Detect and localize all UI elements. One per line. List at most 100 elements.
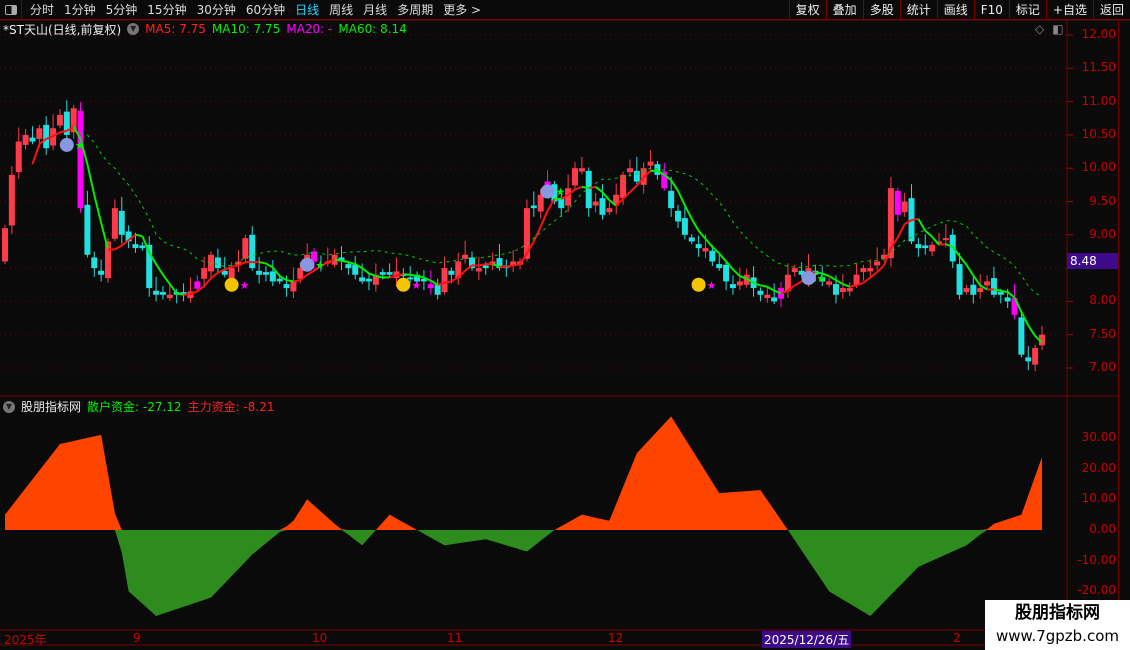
ma-line-segment [835,279,844,285]
ma-line-segment [931,236,940,246]
chart-canvas[interactable]: ★ ★ ★ ★ ★ ★ ★ [0,0,1130,650]
smile-face-icon [691,277,706,292]
star-icon: ★ [817,272,827,285]
ma-line-segment [828,275,837,281]
ma-line-segment [760,284,768,288]
ma-line-segment [231,264,239,268]
price-tick: 10.50 [1081,126,1116,141]
candle-body [359,277,366,282]
candle-body [620,174,627,199]
ma-line-segment [141,235,151,253]
ma-line-segment [1027,324,1036,337]
time-tick: 9 [133,631,141,645]
ma-line-segment [135,233,143,238]
ma-line-segment [416,275,425,279]
candle-body [922,245,929,249]
ma-line-segment [732,268,741,277]
candle-body [826,281,833,285]
ma-line-segment [539,210,549,228]
ma-line-segment [958,255,968,266]
candle-body [990,278,997,295]
price-tick: 11.00 [1081,93,1116,108]
candle-body [15,141,22,173]
price-tick: 9.50 [1089,193,1116,208]
indicator-tick: -10.00 [1077,552,1116,567]
candle-body [572,168,579,186]
candle-body [345,264,352,269]
ma-line-segment [286,279,294,283]
time-tick: 2 [953,631,961,645]
ma-line-segment [938,243,946,246]
star-icon: ★ [75,139,85,152]
candle-body [194,281,201,289]
cursor-date: 2025/12/26/五 [762,631,852,648]
ma-line-segment [574,185,583,191]
ma-line-segment [704,238,714,248]
ma-line-segment [965,264,975,276]
ma-line-segment [86,163,96,196]
indicator-tick: 0.00 [1089,522,1116,536]
candle-body [256,270,263,275]
retail-flow-area [5,416,1042,530]
candle-body [695,244,702,249]
ma-line-segment [506,264,514,268]
ma-line-segment [513,263,521,267]
retail-flow-value: 散户资金: -27.12 [87,400,182,414]
candle-body [771,297,778,302]
ma-line-segment [1000,289,1008,294]
ma-line-segment [670,179,679,192]
candle-body [716,264,723,269]
candle-body [386,272,393,275]
candle-body [530,205,537,209]
watermark-name: 股朋指标网 [1015,603,1100,623]
ma-line-segment [341,259,349,264]
sad-face-icon [300,257,315,272]
candle-body [791,268,798,273]
price-tick: 10.00 [1081,160,1116,175]
ma-line-segment [581,185,589,190]
sad-face-icon [801,271,816,286]
candle-body [98,270,105,275]
candle-body [723,264,730,282]
current-price-tag: 8.48 [1067,253,1118,269]
candle-body [269,271,276,282]
time-tick: 12 [608,631,624,645]
indicator-tick: 10.00 [1081,491,1116,506]
ma-line-segment [121,239,130,247]
chevron-down-icon[interactable]: ▼ [3,400,15,413]
candle-body [592,201,599,206]
candle-body [647,161,654,166]
candle-body [159,292,166,295]
sad-face-icon [59,137,74,152]
candle-body [942,238,949,241]
ma-line-segment [917,218,927,232]
ma-line-segment [993,288,1001,292]
ma-line-segment [114,244,123,251]
candle-body [22,134,29,145]
right-side-tabs[interactable] [1118,21,1130,630]
ma-line-segment [546,198,556,212]
ma-line-segment [594,186,604,193]
candle-body [860,268,867,273]
indicator-tick: 20.00 [1081,460,1116,475]
price-tick: 9.00 [1089,226,1116,241]
ma-line-segment [478,263,486,267]
candle-body [56,114,63,126]
ma-line-segment [450,276,459,283]
ma-line-segment [849,284,857,288]
candle-body [475,268,482,272]
candle-body [208,254,215,272]
ma-line-segment [1007,291,1016,299]
candle-body [111,208,118,239]
candle-body [153,290,160,295]
candle-body [977,288,984,293]
star-icon: ★ [556,186,566,199]
ma-line-segment [100,222,109,250]
ma-line-segment [258,261,267,265]
ma-line-segment [375,275,383,279]
candle-body [956,264,963,295]
indicator-tick: -20.00 [1077,583,1116,598]
candle-body [118,210,125,235]
candle-body [626,168,633,173]
star-icon: ★ [707,279,717,292]
